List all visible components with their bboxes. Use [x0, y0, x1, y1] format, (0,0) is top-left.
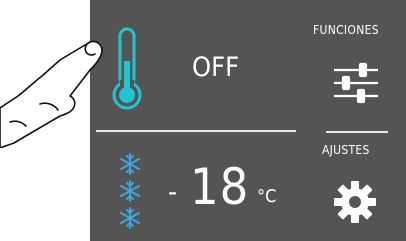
- divider: [96, 130, 296, 132]
- sliders-icon[interactable]: [334, 62, 378, 104]
- funciones-label: FUNCIONES: [313, 23, 379, 37]
- temperature-value[interactable]: 18: [190, 158, 249, 216]
- gear-icon[interactable]: [332, 179, 378, 225]
- power-state-label[interactable]: OFF: [192, 52, 239, 83]
- snowflake-icon: [120, 153, 140, 229]
- hand-pointer-icon: [0, 40, 103, 148]
- ajustes-label: AJUSTES: [322, 143, 370, 157]
- temperature-unit: °C: [257, 186, 277, 207]
- temperature-sign: -: [168, 175, 178, 208]
- divider: [326, 131, 388, 133]
- thermometer-icon[interactable]: [110, 27, 144, 111]
